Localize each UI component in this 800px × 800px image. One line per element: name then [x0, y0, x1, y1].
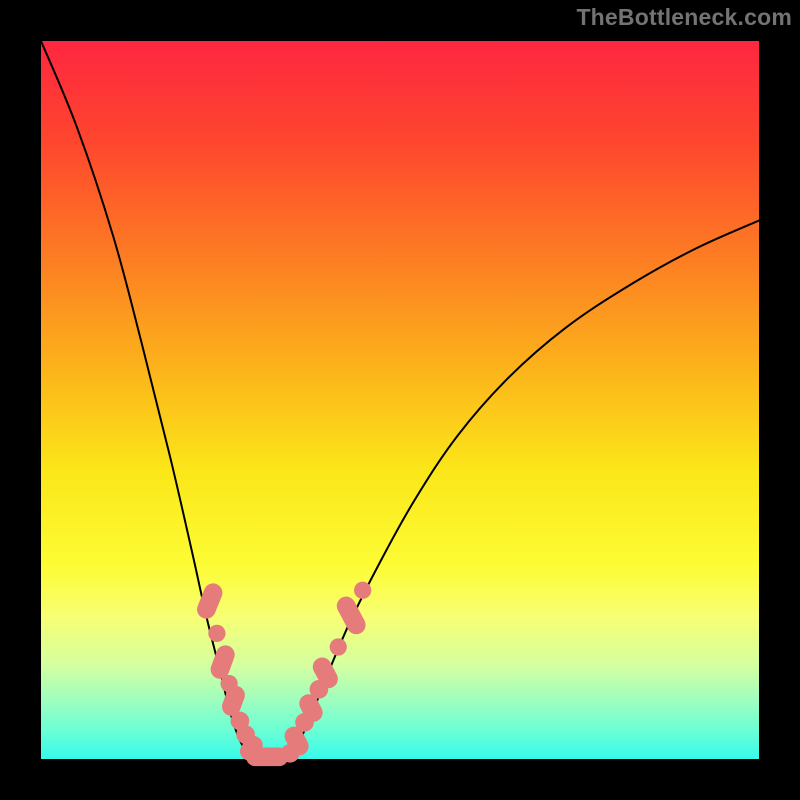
- curve-overlay: [41, 41, 759, 759]
- marker-dot: [354, 582, 371, 599]
- bottleneck-curve: [41, 41, 759, 759]
- plot-area: [41, 41, 759, 759]
- watermark-label: TheBottleneck.com: [576, 4, 792, 31]
- marker-pill: [333, 593, 368, 637]
- chart-frame: TheBottleneck.com: [0, 0, 800, 800]
- marker-dot: [208, 625, 225, 642]
- marker-pill: [208, 643, 237, 682]
- marker-dot: [330, 638, 347, 655]
- data-markers: [194, 581, 371, 767]
